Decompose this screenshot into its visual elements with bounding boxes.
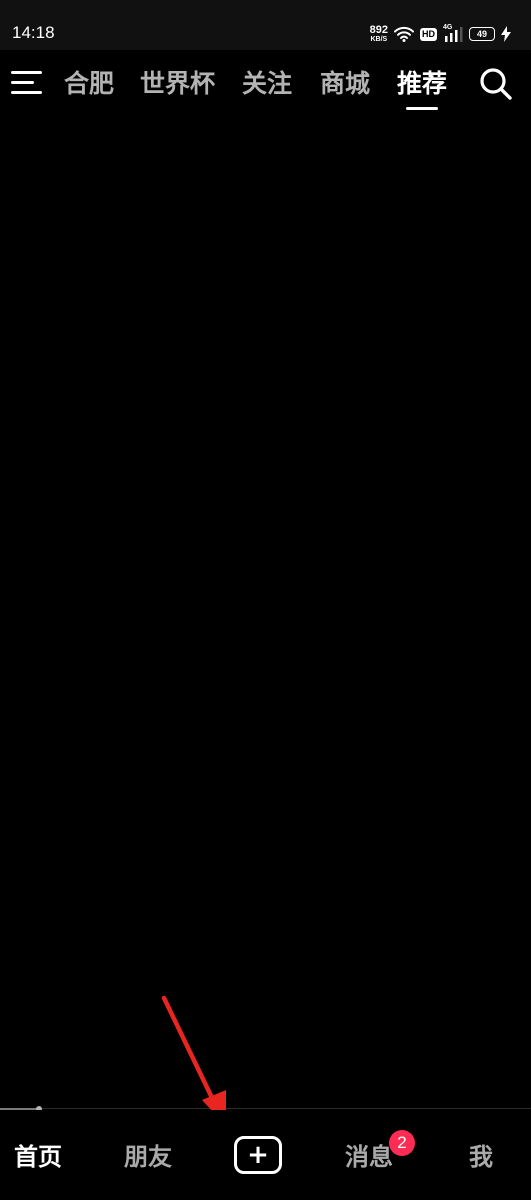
signal-icon: 4G (443, 24, 463, 42)
messages-badge: 2 (389, 1130, 415, 1156)
bottom-nav-messages[interactable]: 消息 (345, 1140, 393, 1174)
network-speed: 892 KB/S (369, 23, 388, 44)
status-bar: 14:18 892 KB/S HD 4G 49 (0, 0, 531, 50)
hd-badge: HD (420, 27, 437, 41)
wifi-icon (394, 26, 414, 42)
bottom-nav: 首页 朋友 + 消息 2 我 (0, 1110, 531, 1200)
plus-icon: + (247, 1140, 269, 1170)
bottom-nav-friends[interactable]: 朋友 (124, 1140, 172, 1174)
tab-world-cup[interactable]: 世界杯 (140, 66, 215, 102)
status-indicators: 892 KB/S HD 4G 49 (370, 22, 511, 46)
status-time: 14:18 (12, 23, 55, 42)
tab-hefei[interactable]: 合肥 (64, 66, 114, 102)
charging-icon (501, 26, 511, 42)
video-player[interactable] (0, 118, 531, 1108)
tab-recommended[interactable]: 推荐 (397, 66, 447, 102)
bottom-nav-home[interactable]: 首页 (14, 1140, 62, 1174)
top-nav: 合肥 世界杯 关注 商城 推荐 (0, 50, 531, 118)
tab-following[interactable]: 关注 (242, 66, 292, 102)
battery-icon: 49 (469, 27, 495, 41)
bottom-nav-me[interactable]: 我 (469, 1140, 493, 1174)
tab-mall[interactable]: 商城 (320, 66, 370, 102)
network-speed-unit: KB/S (370, 35, 388, 43)
annotation-arrow-icon (161, 995, 226, 1126)
network-speed-value: 892 (369, 23, 388, 36)
search-icon[interactable] (476, 64, 516, 104)
video-progress-track[interactable] (0, 1108, 531, 1109)
active-tab-indicator (406, 107, 438, 110)
battery-level: 49 (476, 29, 487, 39)
create-button[interactable]: + (234, 1136, 282, 1174)
menu-icon[interactable] (10, 68, 44, 98)
